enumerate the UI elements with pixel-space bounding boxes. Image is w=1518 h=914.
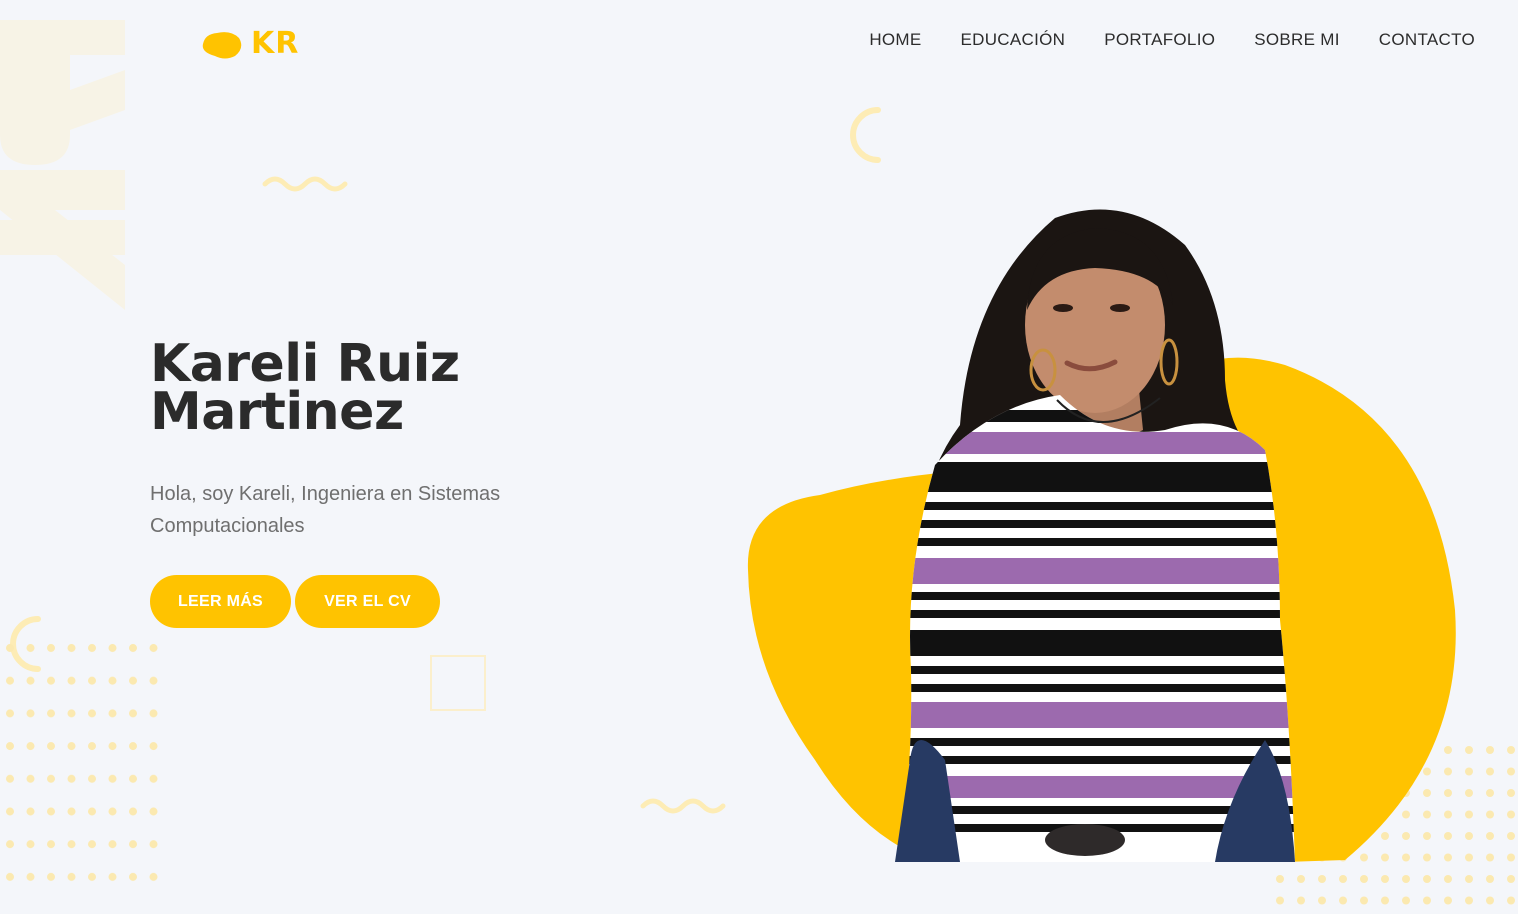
- nav-item-contact[interactable]: CONTACTO: [1379, 30, 1475, 50]
- hero-subtitle: Hola, soy Kareli, Ingeniera en Sistemas …: [150, 483, 501, 537]
- hero-title: Kareli Ruiz Martinez: [150, 338, 460, 438]
- hero-title-line-2: Martinez: [150, 382, 404, 442]
- squiggle-decoration-bottom: [640, 798, 726, 814]
- view-cv-button[interactable]: VER EL CV: [295, 575, 440, 628]
- nav-item-home[interactable]: HOME: [869, 30, 921, 50]
- logo-blob-icon: [202, 31, 242, 58]
- dot-grid-left: [0, 640, 165, 890]
- nav-item-education[interactable]: EDUCACIÓN: [961, 30, 1066, 50]
- logo-text: KR: [251, 26, 300, 61]
- hero-portrait-image: [747, 209, 1456, 862]
- main-nav: HOME EDUCACIÓN PORTAFOLIO SOBRE MI CONTA…: [869, 30, 1475, 50]
- watermark-logo: [0, 20, 125, 310]
- read-more-button[interactable]: LEER MÁS: [150, 575, 291, 628]
- nav-item-about[interactable]: SOBRE MI: [1254, 30, 1340, 50]
- nav-item-portfolio[interactable]: PORTAFOLIO: [1104, 30, 1215, 50]
- square-outline-decoration: [430, 655, 486, 711]
- arc-decoration: [850, 107, 881, 163]
- squiggle-decoration: [262, 176, 348, 192]
- site-logo[interactable]: KR: [201, 26, 299, 61]
